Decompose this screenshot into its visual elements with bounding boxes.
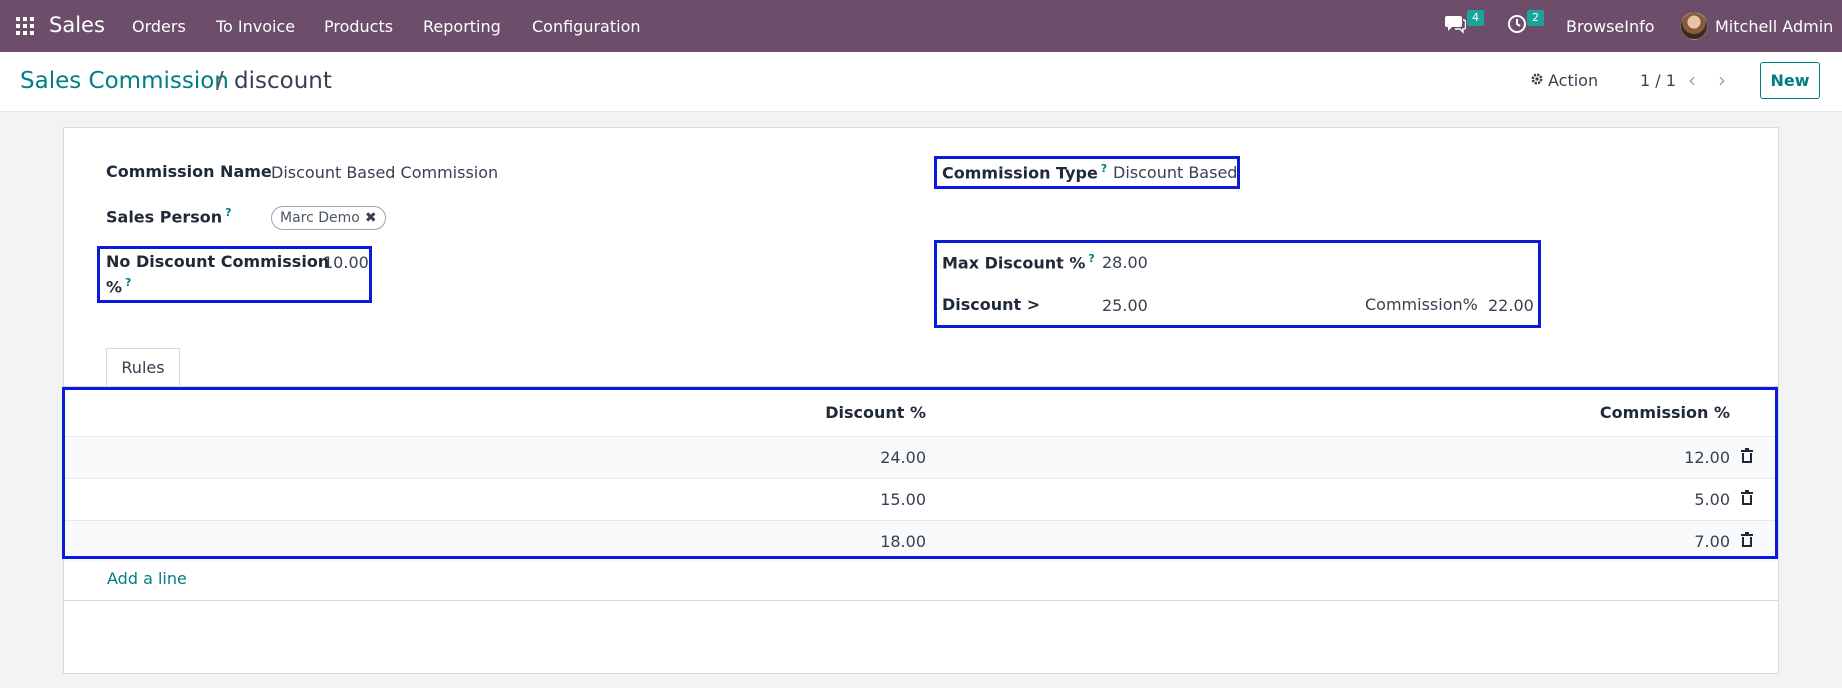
action-menu-button[interactable]: Action xyxy=(1530,71,1598,90)
new-button[interactable]: New xyxy=(1760,62,1820,99)
add-a-line-link[interactable]: Add a line xyxy=(107,569,187,588)
commission-name-label: Commission Name xyxy=(106,162,272,181)
help-tooltip-icon[interactable]: ? xyxy=(1088,252,1094,265)
sales-person-tag-label: Marc Demo xyxy=(280,210,360,226)
user-menu[interactable]: Mitchell Admin xyxy=(1715,17,1833,36)
control-panel: Sales Commission / discount Action 1 / 1… xyxy=(0,52,1842,112)
pager-previous-icon[interactable]: ‹ xyxy=(1688,68,1696,92)
table-bottom-divider xyxy=(64,600,1778,601)
max-discount-label: Max Discount %? xyxy=(942,252,1095,272)
no-discount-commission-field[interactable]: 10.00 xyxy=(323,253,369,272)
commission-type-label: Commission Type? xyxy=(942,162,1107,182)
max-discount-label-text: Max Discount % xyxy=(942,253,1086,273)
menu-products[interactable]: Products xyxy=(324,17,393,36)
app-grid-icon[interactable] xyxy=(16,17,34,35)
no-discount-commission-label: No Discount Commission xyxy=(106,252,330,271)
commission-type-label-text: Commission Type xyxy=(942,163,1098,183)
company-switcher[interactable]: BrowseInfo xyxy=(1566,17,1655,36)
rules-table-highlight-box xyxy=(62,387,1778,559)
menu-to-invoice[interactable]: To Invoice xyxy=(216,17,295,36)
sales-person-tag[interactable]: Marc Demo ✖ xyxy=(271,206,386,230)
commission-type-select[interactable]: Discount Based xyxy=(1113,163,1237,182)
form-sheet: Commission Name Discount Based Commissio… xyxy=(62,127,1779,674)
max-discount-field[interactable]: 28.00 xyxy=(1102,253,1148,272)
activities-count-badge: 2 xyxy=(1527,10,1544,26)
menu-orders[interactable]: Orders xyxy=(132,17,186,36)
help-tooltip-icon[interactable]: ? xyxy=(1101,162,1107,175)
commission-name-field[interactable]: Discount Based Commission xyxy=(271,163,498,182)
menu-reporting[interactable]: Reporting xyxy=(423,17,501,36)
messages-icon[interactable] xyxy=(1444,14,1467,38)
help-tooltip-icon[interactable]: ? xyxy=(125,276,131,289)
discount-greater-field[interactable]: 25.00 xyxy=(1102,296,1148,315)
percent-sign: % xyxy=(106,277,123,297)
breadcrumb-current: discount xyxy=(234,68,332,94)
activity-clock-icon[interactable] xyxy=(1507,14,1527,38)
sales-person-label: Sales Person? xyxy=(106,206,232,226)
pager-value[interactable]: 1 / 1 xyxy=(1640,71,1676,90)
remove-tag-icon[interactable]: ✖ xyxy=(365,210,377,226)
no-discount-commission-label-percent: %? xyxy=(106,276,131,296)
user-avatar[interactable] xyxy=(1680,12,1708,40)
app-name[interactable]: Sales xyxy=(49,13,105,37)
menu-configuration[interactable]: Configuration xyxy=(532,17,641,36)
help-tooltip-icon[interactable]: ? xyxy=(225,206,231,219)
action-label: Action xyxy=(1548,71,1599,90)
commission-percent-label: Commission% xyxy=(1365,295,1478,314)
discount-greater-label: Discount > xyxy=(942,295,1041,314)
gear-icon xyxy=(1530,71,1544,90)
top-navbar: Sales Orders To Invoice Products Reporti… xyxy=(0,0,1842,52)
breadcrumb-separator: / xyxy=(216,68,224,94)
breadcrumb-parent-link[interactable]: Sales Commission xyxy=(20,68,229,94)
pager-next-icon[interactable]: › xyxy=(1718,68,1726,92)
tab-rules[interactable]: Rules xyxy=(106,348,180,386)
commission-percent-field[interactable]: 22.00 xyxy=(1488,296,1534,315)
sales-person-label-text: Sales Person xyxy=(106,207,223,227)
messages-count-badge: 4 xyxy=(1467,10,1484,26)
